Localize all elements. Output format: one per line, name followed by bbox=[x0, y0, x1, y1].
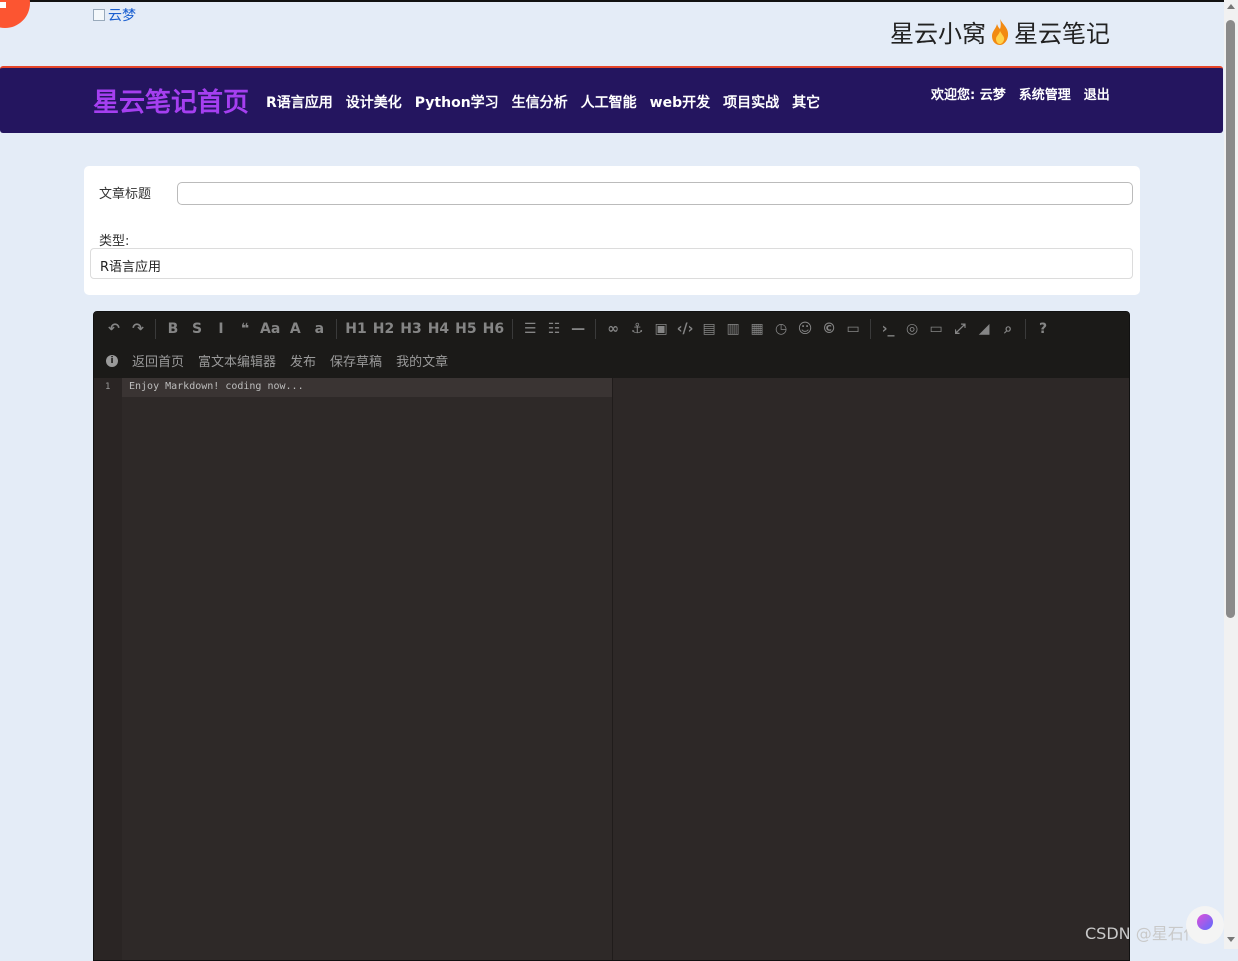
unwatch-icon[interactable]: ◎ bbox=[900, 318, 924, 340]
badge-glyph-icon bbox=[0, 2, 6, 8]
toolbar-link-row: i 返回首页 富文本编辑器 发布 保存草稿 我的文章 bbox=[106, 351, 448, 370]
type-label: 类型: bbox=[99, 234, 130, 249]
h2-icon[interactable]: H2 bbox=[370, 318, 397, 340]
scroll-up-arrow-icon[interactable] bbox=[1227, 4, 1235, 9]
clear-icon[interactable]: ◢ bbox=[972, 318, 996, 340]
article-meta-form: 文章标题 类型: R语言应用 bbox=[84, 166, 1140, 295]
code-block-icon[interactable]: ▥ bbox=[721, 318, 745, 340]
nav-item-bioinfo[interactable]: 生信分析 bbox=[512, 92, 568, 112]
emoji-icon[interactable]: ☺ bbox=[793, 318, 817, 340]
h4-icon[interactable]: H4 bbox=[425, 318, 452, 340]
nav-home-link[interactable]: 星云笔记首页 bbox=[93, 82, 249, 119]
info-icon[interactable]: i bbox=[106, 354, 118, 367]
watch-icon[interactable]: ›_ bbox=[876, 318, 900, 340]
toolbar-separator bbox=[155, 319, 156, 339]
preformatted-code-icon[interactable]: ▤ bbox=[697, 318, 721, 340]
csdn-corner-badge[interactable] bbox=[0, 0, 30, 28]
site-name-right: 星云笔记 bbox=[1014, 20, 1110, 48]
search-icon[interactable]: ⌕ bbox=[996, 318, 1020, 340]
nav-item-design[interactable]: 设计美化 bbox=[346, 92, 402, 112]
save-draft-link[interactable]: 保存草稿 bbox=[330, 351, 382, 370]
bold-icon[interactable]: B bbox=[161, 318, 185, 340]
markdown-code-area[interactable]: Enjoy Markdown! coding now... bbox=[122, 378, 613, 960]
nav-item-other[interactable]: 其它 bbox=[792, 92, 820, 112]
main-navbar: 星云笔记首页 R语言应用 设计美化 Python学习 生信分析 人工智能 web… bbox=[0, 66, 1223, 133]
logout-link[interactable]: 退出 bbox=[1084, 84, 1110, 103]
user-avatar-link[interactable]: 云梦 bbox=[93, 5, 136, 25]
avatar-link-label: 云梦 bbox=[108, 8, 136, 24]
h5-icon[interactable]: H5 bbox=[452, 318, 479, 340]
pagebreak-icon[interactable]: ▭ bbox=[841, 318, 865, 340]
ucwords-icon[interactable]: Aa bbox=[257, 318, 283, 340]
nav-item-projects[interactable]: 项目实战 bbox=[723, 92, 779, 112]
line-number: 1 bbox=[105, 382, 111, 392]
markdown-preview-pane bbox=[613, 378, 1129, 960]
title-label: 文章标题 bbox=[99, 187, 152, 202]
link-icon[interactable]: ∞ bbox=[601, 318, 625, 340]
datetime-icon[interactable]: ◷ bbox=[769, 318, 793, 340]
toolbar-icon-row: ↶ ↷ B S I ❝ Aa Aa H1 H2 H3 H4 H5 H6 ☰ ☷ — ∞ ⚓ ▣ ‹/› ▤ ▥ ▦ ◷ ☺ © ▭ ›_… bbox=[102, 318, 1055, 340]
help-icon[interactable]: ? bbox=[1031, 318, 1055, 340]
uppercase-icon[interactable]: A bbox=[283, 318, 307, 340]
code-icon[interactable]: ‹/› bbox=[673, 318, 697, 340]
my-articles-link[interactable]: 我的文章 bbox=[396, 351, 448, 370]
unordered-list-icon[interactable]: ☰ bbox=[518, 318, 542, 340]
h6-icon[interactable]: H6 bbox=[480, 318, 507, 340]
html-entities-icon[interactable]: © bbox=[817, 318, 841, 340]
horizontal-rule-icon[interactable]: — bbox=[566, 318, 590, 340]
table-icon[interactable]: ▦ bbox=[745, 318, 769, 340]
back-home-link[interactable]: 返回首页 bbox=[132, 351, 184, 370]
markdown-editor: ↶ ↷ B S I ❝ Aa Aa H1 H2 H3 H4 H5 H6 ☰ ☷ — ∞ ⚓ ▣ ‹/› ▤ ▥ ▦ ◷ ☺ © ▭ ›_… bbox=[93, 311, 1130, 961]
admin-link[interactable]: 系统管理 bbox=[1019, 84, 1071, 103]
toolbar-separator bbox=[870, 319, 872, 339]
h3-icon[interactable]: H3 bbox=[397, 318, 424, 340]
strikethrough-icon[interactable]: S bbox=[185, 318, 209, 340]
line-number-gutter: 1 bbox=[94, 378, 122, 960]
lowercase-icon[interactable]: a bbox=[307, 318, 331, 340]
page-scrollbar[interactable] bbox=[1224, 0, 1238, 949]
toolbar-separator bbox=[336, 319, 338, 339]
type-select[interactable]: R语言应用 bbox=[90, 248, 1133, 279]
window-top-border bbox=[0, 0, 1224, 2]
ai-assistant-button[interactable] bbox=[1186, 906, 1224, 944]
italic-icon[interactable]: I bbox=[209, 318, 233, 340]
broken-image-icon bbox=[93, 9, 105, 21]
toolbar-separator bbox=[595, 319, 597, 339]
nav-item-web[interactable]: web开发 bbox=[650, 92, 710, 112]
anchor-icon[interactable]: ⚓ bbox=[625, 318, 649, 340]
rich-text-editor-link[interactable]: 富文本编辑器 bbox=[198, 351, 276, 370]
toolbar-separator bbox=[512, 319, 514, 339]
nav-category-list: R语言应用 设计美化 Python学习 生信分析 人工智能 web开发 项目实战… bbox=[266, 92, 820, 112]
image-icon[interactable]: ▣ bbox=[649, 318, 673, 340]
welcome-text: 欢迎您: 云梦 bbox=[931, 88, 1006, 103]
toolbar-separator bbox=[1025, 319, 1027, 339]
redo-icon[interactable]: ↷ bbox=[126, 318, 150, 340]
nav-item-ai[interactable]: 人工智能 bbox=[581, 92, 637, 112]
assistant-logo-icon bbox=[1197, 914, 1213, 930]
undo-icon[interactable]: ↶ bbox=[102, 318, 126, 340]
preview-icon[interactable]: ▭ bbox=[924, 318, 948, 340]
nav-item-r[interactable]: R语言应用 bbox=[266, 92, 333, 112]
nav-user-area: 欢迎您: 云梦 系统管理 退出 bbox=[931, 84, 1110, 103]
site-name-left: 星云小窝 bbox=[890, 20, 986, 48]
fullscreen-icon[interactable]: ⤢ bbox=[948, 318, 972, 340]
scroll-down-arrow-icon[interactable] bbox=[1227, 937, 1235, 942]
quote-icon[interactable]: ❝ bbox=[233, 318, 257, 340]
ordered-list-icon[interactable]: ☷ bbox=[542, 318, 566, 340]
title-input[interactable] bbox=[177, 182, 1133, 205]
h1-icon[interactable]: H1 bbox=[342, 318, 369, 340]
code-line: Enjoy Markdown! coding now... bbox=[129, 381, 304, 392]
editor-toolbar: ↶ ↷ B S I ❝ Aa Aa H1 H2 H3 H4 H5 H6 ☰ ☷ — ∞ ⚓ ▣ ‹/› ▤ ▥ ▦ ◷ ☺ © ▭ ›_… bbox=[94, 312, 1129, 378]
nav-item-python[interactable]: Python学习 bbox=[415, 92, 499, 112]
site-brand: 星云小窝 星云笔记 bbox=[890, 14, 1110, 49]
publish-link[interactable]: 发布 bbox=[290, 351, 316, 370]
flame-icon bbox=[990, 18, 1010, 46]
scroll-thumb[interactable] bbox=[1226, 20, 1235, 618]
